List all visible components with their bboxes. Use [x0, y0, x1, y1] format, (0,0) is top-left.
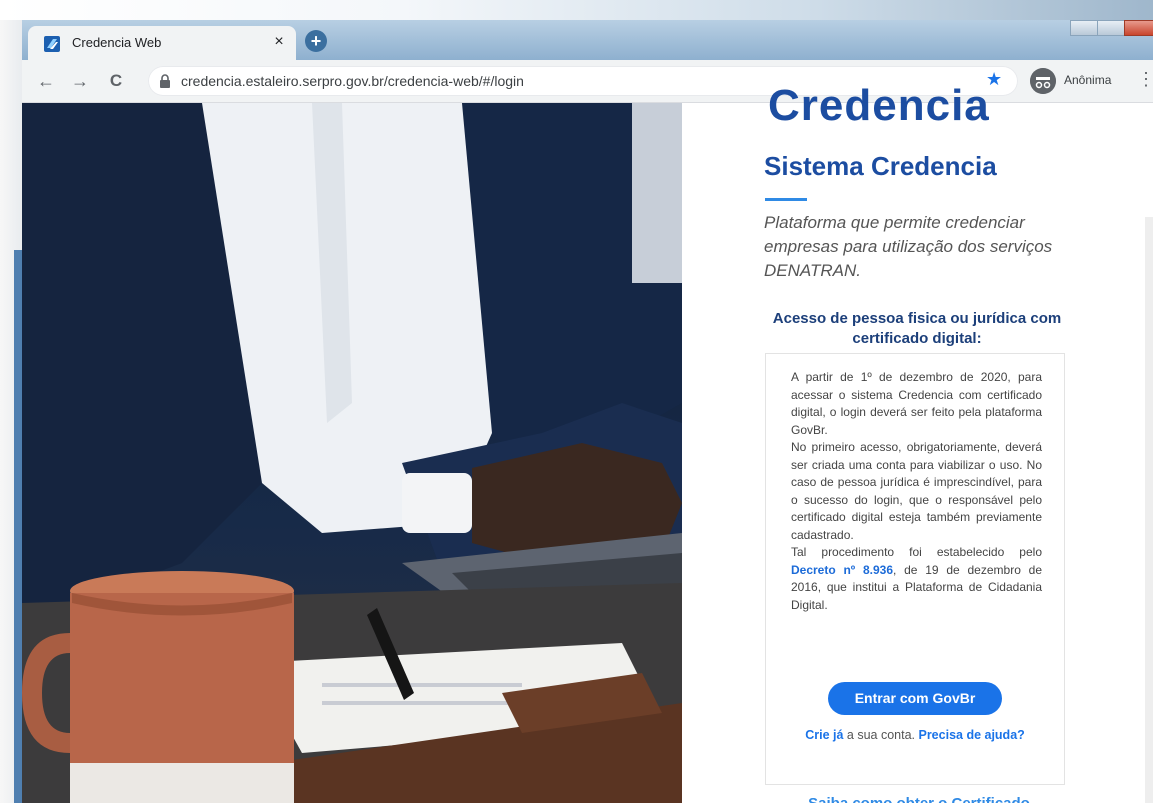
new-tab-button[interactable]: + — [305, 30, 327, 52]
page-subtitle: Plataforma que permite credenciar empres… — [764, 213, 1053, 280]
scrollbar-track[interactable] — [1145, 217, 1153, 803]
browser-menu-icon[interactable]: ⋮ — [1137, 69, 1153, 90]
govbr-login-button[interactable]: Entrar com GovBr — [828, 682, 1002, 715]
incognito-label: Anônima — [1064, 73, 1112, 87]
create-account-link[interactable]: Crie já — [805, 728, 843, 742]
tab-strip: Credencia Web × + — [22, 20, 1153, 60]
title-underline — [765, 198, 807, 201]
access-heading: Acesso de pessoa fisica ou jurídica com … — [772, 310, 1062, 347]
notice-paragraph-1: A partir de 1º de dezembro de 2020, para… — [791, 370, 1042, 437]
incognito-icon — [1030, 68, 1056, 94]
tab-credencia[interactable]: Credencia Web × — [28, 26, 296, 60]
maximize-button[interactable] — [1097, 20, 1125, 36]
certificate-info-link[interactable]: Saiba como obter o Certificado — [764, 795, 1074, 803]
tab-title: Credencia Web — [72, 35, 162, 50]
create-account-text: a sua conta. — [843, 728, 919, 742]
office-desk-illustration — [22, 103, 682, 803]
reload-icon[interactable]: C — [104, 69, 128, 93]
desktop-edge — [0, 20, 22, 803]
brand-title: Credencia — [768, 81, 990, 130]
forward-icon[interactable]: → — [68, 69, 92, 93]
notice-paragraph-3-start: Tal procedimento foi estabelecido pelo — [791, 545, 1042, 559]
create-account-line: Crie já a sua conta. Precisa de ajuda? — [766, 728, 1064, 742]
notice-paragraph-2: No primeiro acesso, obrigatoriamente, de… — [791, 440, 1042, 542]
help-link[interactable]: Precisa de ajuda? — [918, 728, 1024, 742]
page-content: Credencia Sistema Credencia Plataforma q… — [22, 81, 1153, 803]
notice-box: A partir de 1º de dezembro de 2020, para… — [765, 353, 1065, 785]
desktop-strip — [14, 250, 22, 803]
notice-text: A partir de 1º de dezembro de 2020, para… — [791, 369, 1042, 614]
login-panel: Credencia Sistema Credencia Plataforma q… — [682, 81, 1153, 803]
tab-close-icon[interactable]: × — [269, 32, 289, 52]
browser-window: Credencia Web × + ← → C credencia.estale… — [22, 20, 1153, 803]
notice-paragraph-3: Tal procedimento foi estabelecido pelo D… — [791, 544, 1042, 614]
incognito-indicator[interactable]: Anônima — [1030, 66, 1140, 96]
lock-icon — [160, 74, 170, 88]
credencia-favicon-icon — [44, 36, 60, 52]
hero-photo — [22, 103, 682, 803]
page-title: Sistema Credencia — [764, 151, 997, 181]
minimize-button[interactable] — [1070, 20, 1098, 36]
close-window-button[interactable] — [1124, 20, 1153, 36]
desktop-background — [0, 0, 1153, 20]
decree-link[interactable]: Decreto nº 8.936 — [791, 563, 893, 577]
url-text[interactable]: credencia.estaleiro.serpro.gov.br/creden… — [181, 73, 524, 89]
back-icon[interactable]: ← — [34, 69, 58, 93]
